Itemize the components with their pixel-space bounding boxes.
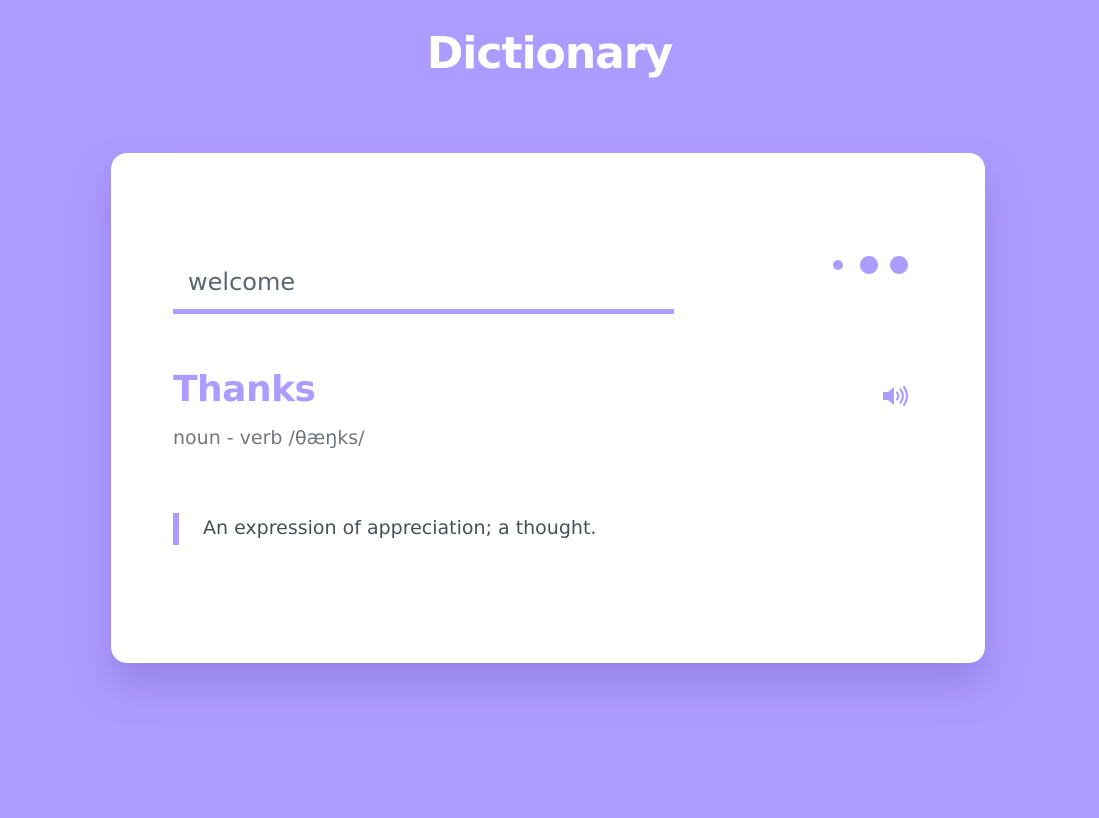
phonetic-spelling: /θæŋks/	[288, 427, 365, 449]
loading-dot	[833, 260, 843, 270]
part-of-speech: noun - verb	[173, 427, 283, 449]
result-word: Thanks	[173, 369, 316, 410]
definition-block: An expression of appreciation; a thought…	[173, 513, 873, 545]
loading-dot	[860, 256, 878, 274]
dictionary-card: Thanks noun - verb /θæŋks/ An expression…	[111, 153, 985, 663]
loading-dots-icon	[833, 255, 910, 275]
app-title: Dictionary	[426, 28, 673, 79]
search-field	[173, 255, 674, 314]
speaker-icon	[883, 385, 909, 407]
search-input[interactable]	[173, 255, 674, 309]
loading-dot	[890, 256, 908, 274]
definition-text: An expression of appreciation; a thought…	[203, 517, 597, 539]
play-pronunciation-button[interactable]	[880, 384, 910, 408]
word-details: noun - verb /θæŋks/	[173, 425, 365, 451]
